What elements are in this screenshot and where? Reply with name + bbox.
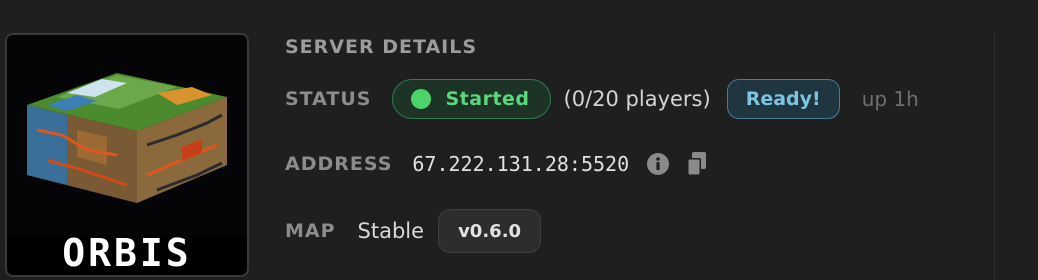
map-value: Stable <box>357 219 425 243</box>
vertical-divider <box>994 32 995 280</box>
copy-icon[interactable] <box>686 151 708 177</box>
thumbnail-title: ORBIS <box>62 231 192 275</box>
server-details-panel: ORBIS SERVER DETAILS STATUS Started (0/2… <box>0 0 1038 280</box>
address-label: ADDRESS <box>285 153 393 175</box>
uptime: up 1h <box>861 87 919 111</box>
status-label: STATUS <box>285 88 372 110</box>
address-value: 67.222.131.28:5520 <box>412 152 630 176</box>
ready-badge: Ready! <box>726 79 840 119</box>
status-badge: Started <box>392 79 551 119</box>
section-title: SERVER DETAILS <box>285 36 478 58</box>
map-label: MAP <box>285 220 336 242</box>
player-count: (0/20 players) <box>563 87 711 111</box>
info-icon[interactable] <box>646 152 670 176</box>
status-value: Started <box>445 88 530 110</box>
address-row: ADDRESS 67.222.131.28:5520 <box>285 144 708 184</box>
voxel-world-cube-image <box>7 35 247 235</box>
map-row: MAP Stable v0.6.0 <box>285 209 542 253</box>
status-row: STATUS Started (0/20 players) Ready! up … <box>285 77 919 121</box>
server-thumbnail[interactable]: ORBIS <box>5 33 249 277</box>
version-badge: v0.6.0 <box>438 209 542 253</box>
status-dot-icon <box>411 89 432 109</box>
